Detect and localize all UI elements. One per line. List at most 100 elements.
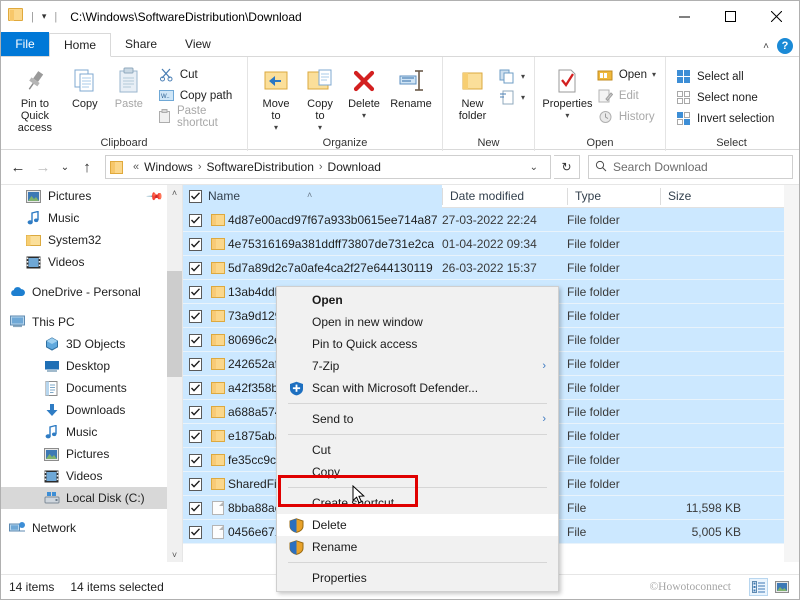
recent-locations-icon[interactable]: ⌄ (57, 155, 73, 179)
help-icon[interactable]: ? (777, 38, 793, 54)
tab-share[interactable]: Share (111, 32, 171, 56)
row-checkbox[interactable] (189, 429, 202, 443)
sidebar-item-music[interactable]: Music (1, 421, 182, 443)
pin-icon[interactable]: 📌 (146, 187, 165, 205)
context-menu-item-scan-with-microsoft-defender[interactable]: Scan with Microsoft Defender... (277, 377, 558, 399)
sidebar-item-network[interactable]: Network (1, 517, 182, 539)
maximize-button[interactable] (707, 1, 753, 32)
properties-dropdown-icon[interactable]: ▾ (565, 110, 569, 122)
row-checkbox[interactable] (189, 525, 202, 539)
row-checkbox[interactable] (189, 309, 202, 323)
paste-shortcut-button[interactable]: Paste shortcut (155, 105, 241, 129)
minimize-button[interactable] (661, 1, 707, 32)
row-checkbox-cell[interactable] (183, 429, 208, 443)
breadcrumb-download[interactable]: Download (328, 160, 381, 174)
row-checkbox-cell[interactable] (183, 453, 208, 467)
close-button[interactable] (753, 1, 799, 32)
move-to-button[interactable]: Move to ▾ (254, 62, 298, 136)
open-dropdown-icon[interactable]: ▾ (652, 70, 656, 79)
edit-button[interactable]: Edit (594, 85, 659, 106)
context-menu-item-7-zip[interactable]: 7-Zip › (277, 355, 558, 377)
sidebar-item-3d-objects[interactable]: 3D Objects (1, 333, 182, 355)
row-checkbox-cell[interactable] (183, 309, 208, 323)
row-checkbox-cell[interactable] (183, 261, 208, 275)
invert-selection-button[interactable]: Invert selection (672, 108, 777, 129)
tab-home[interactable]: Home (49, 33, 112, 57)
row-checkbox[interactable] (189, 333, 202, 347)
context-menu-item-send-to[interactable]: Send to › (277, 408, 558, 430)
breadcrumb-softwaredistribution[interactable]: SoftwareDistribution (206, 160, 313, 174)
row-checkbox[interactable] (189, 357, 202, 371)
row-checkbox-cell[interactable] (183, 525, 208, 539)
quick-access-toolbar-chevron-icon[interactable]: ▾ (39, 11, 50, 22)
context-menu-item-properties[interactable]: Properties (277, 567, 558, 589)
row-checkbox[interactable] (189, 285, 202, 299)
sidebar-item-desktop[interactable]: Desktop (1, 355, 182, 377)
copy-path-button[interactable]: W.. Copy path (155, 85, 241, 106)
row-checkbox-cell[interactable] (183, 477, 208, 491)
open-button[interactable]: Open ▾ (594, 64, 659, 85)
table-row[interactable]: 4e75316169a381ddff73807de731e2ca 01-04-20… (183, 232, 799, 256)
breadcrumb-dropdown-icon[interactable]: ⌄ (522, 162, 546, 173)
row-checkbox-cell[interactable] (183, 357, 208, 371)
back-button[interactable]: ← (7, 155, 29, 179)
breadcrumb-overflow-icon[interactable]: « (133, 161, 139, 173)
large-icons-view-icon[interactable] (772, 578, 791, 596)
row-checkbox-cell[interactable] (183, 381, 208, 395)
copy-to-dropdown-icon[interactable]: ▾ (318, 122, 322, 134)
column-header-size[interactable]: Size (660, 185, 770, 208)
context-menu-item-delete[interactable]: Delete (277, 514, 558, 536)
copy-to-button[interactable]: Copy to ▾ (298, 62, 342, 136)
row-checkbox-cell[interactable] (183, 333, 208, 347)
row-checkbox-cell[interactable] (183, 405, 208, 419)
context-menu-item-open-in-new-window[interactable]: Open in new window (277, 311, 558, 333)
sidebar-scroll-thumb[interactable] (167, 271, 182, 377)
forward-button[interactable]: → (32, 155, 54, 179)
refresh-button[interactable]: ↻ (554, 155, 580, 179)
context-menu-item-rename[interactable]: Rename (277, 536, 558, 558)
search-box[interactable]: Search Download (588, 155, 793, 179)
properties-button[interactable]: Properties ▾ (541, 62, 594, 124)
sidebar-item-system32[interactable]: System32 (1, 229, 182, 251)
delete-button[interactable]: Delete ▾ (342, 62, 386, 124)
sidebar-scrollbar[interactable]: ˄ ˅ (167, 185, 182, 562)
row-checkbox[interactable] (189, 237, 202, 251)
easy-access-dropdown-icon[interactable]: ▾ (521, 93, 525, 102)
sidebar-item-onedrive-personal[interactable]: OneDrive - Personal (1, 281, 182, 303)
context-menu[interactable]: Open Open in new window Pin to Quick acces… (276, 286, 559, 592)
row-checkbox-cell[interactable] (183, 501, 208, 515)
collapse-ribbon-icon[interactable]: ˄ (763, 41, 769, 52)
sidebar-item-downloads[interactable]: Downloads (1, 399, 182, 421)
delete-dropdown-icon[interactable]: ▾ (362, 110, 366, 122)
context-menu-item-pin-to-quick-access[interactable]: Pin to Quick access (277, 333, 558, 355)
table-row[interactable]: 4d87e00acd97f67a933b0615ee714a87 27-03-20… (183, 208, 799, 232)
scroll-down-icon[interactable]: ˅ (167, 547, 182, 562)
row-checkbox[interactable] (189, 477, 202, 491)
context-menu-item-open[interactable]: Open (277, 289, 558, 311)
copy-button[interactable]: Copy (63, 62, 107, 112)
column-header-type[interactable]: Type (567, 185, 660, 208)
row-checkbox[interactable] (189, 381, 202, 395)
table-row[interactable]: 5d7a89d2c7a0afe4ca2f27e644130119 26-03-20… (183, 256, 799, 280)
details-view-icon[interactable] (749, 578, 768, 596)
paste-button[interactable]: Paste (107, 62, 151, 112)
new-folder-button[interactable]: New folder (449, 62, 496, 124)
sidebar-item-videos-quick[interactable]: Videos (1, 251, 182, 273)
sidebar-item-this-pc[interactable]: This PC (1, 311, 182, 333)
row-checkbox-cell[interactable] (183, 213, 208, 227)
history-button[interactable]: History (594, 106, 659, 127)
row-checkbox[interactable] (189, 453, 202, 467)
row-checkbox-cell[interactable] (183, 285, 208, 299)
context-menu-item-cut[interactable]: Cut (277, 439, 558, 461)
column-header-date-modified[interactable]: Date modified (442, 185, 567, 208)
search-input[interactable]: Search Download (613, 160, 708, 174)
pin-to-quick-access-button[interactable]: Pin to Quick access (7, 62, 63, 136)
rename-button[interactable]: Rename (386, 62, 436, 112)
cut-button[interactable]: Cut (155, 64, 241, 85)
move-to-dropdown-icon[interactable]: ▾ (274, 122, 278, 134)
tab-file[interactable]: File (1, 32, 49, 56)
tab-view[interactable]: View (171, 32, 225, 56)
scroll-up-icon[interactable]: ˄ (167, 185, 182, 200)
new-item-button[interactable]: ▾ (496, 66, 528, 87)
file-list-scrollbar[interactable] (784, 185, 799, 562)
